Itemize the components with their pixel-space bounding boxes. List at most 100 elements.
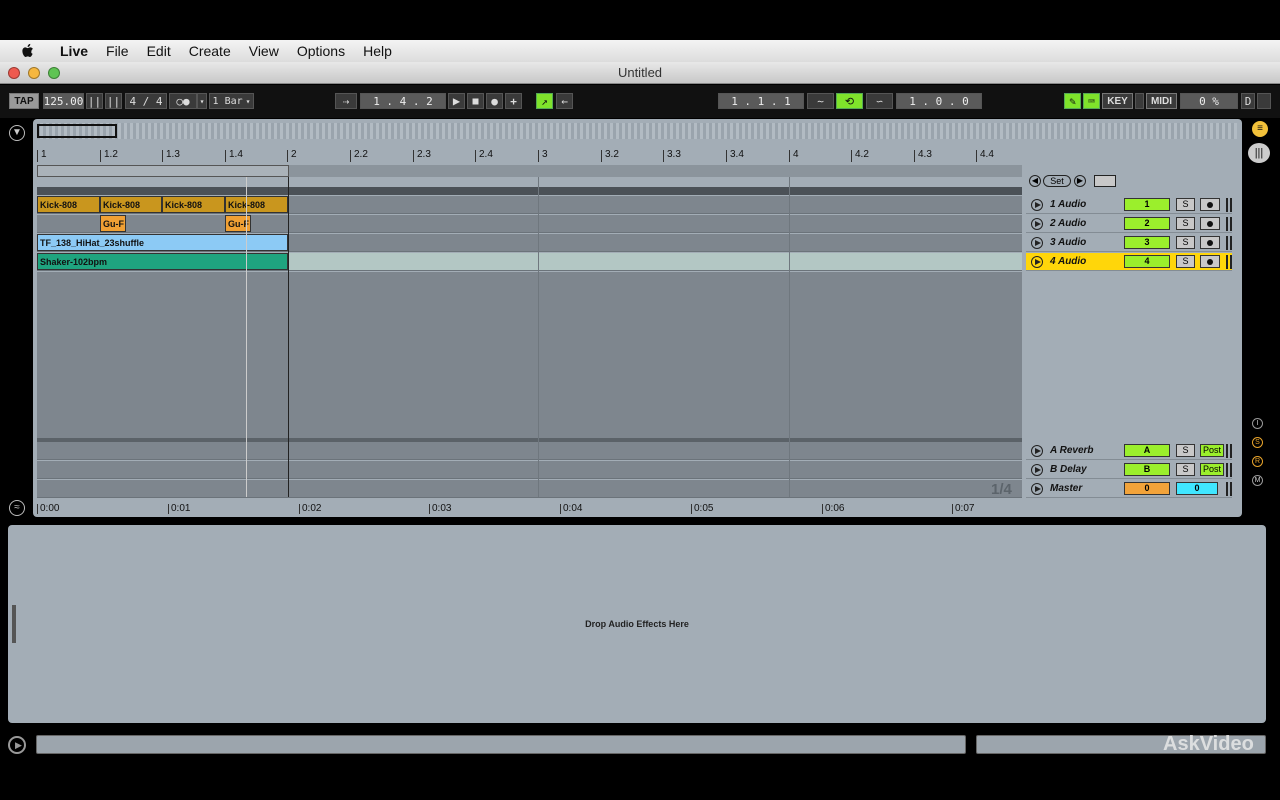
play-icon[interactable] [1031, 444, 1043, 457]
loop-switch-button[interactable]: ⟲ [836, 93, 863, 109]
track-activator[interactable]: 2 [1124, 217, 1170, 230]
track-activator[interactable]: 4 [1124, 255, 1170, 268]
detail-toggle-button[interactable]: ▶ [8, 736, 26, 754]
solo-button[interactable]: S [1176, 236, 1195, 249]
play-icon[interactable] [1031, 255, 1043, 268]
menu-create[interactable]: Create [180, 43, 240, 59]
session-view-icon[interactable]: ≡ [1252, 121, 1268, 137]
automation-arm-button[interactable]: ↗ [536, 93, 553, 109]
track-activator[interactable]: 3 [1124, 236, 1170, 249]
prev-locator-icon[interactable]: ◀ [1029, 175, 1041, 187]
detail-view[interactable]: Drop Audio Effects Here [8, 525, 1266, 723]
nudge-down-button[interactable]: || [86, 93, 103, 109]
sends-toggle-icon[interactable]: S [1252, 437, 1263, 448]
mixer-toggle-icon[interactable]: M [1252, 475, 1263, 486]
solo-button[interactable]: S [1176, 217, 1195, 230]
loop-start-field[interactable]: 1 . 1 . 1 [718, 93, 804, 109]
loop-brace[interactable] [37, 165, 289, 177]
draw-mode-button[interactable]: ✎ [1064, 93, 1081, 109]
solo-button[interactable]: S [1176, 463, 1195, 476]
post-button[interactable]: Post [1200, 463, 1224, 476]
audio-clip[interactable]: Kick-808 [225, 196, 288, 213]
audio-clip[interactable]: Kick-808 [37, 196, 100, 213]
scrub-area[interactable] [37, 187, 1022, 195]
audio-clip[interactable]: Kick-808 [100, 196, 162, 213]
grip-icon[interactable] [1226, 443, 1232, 458]
io-toggle-icon[interactable]: I [1252, 418, 1263, 429]
arrangement-position-field[interactable]: 1 . 4 . 2 [360, 93, 446, 109]
arrangement-overview[interactable] [37, 123, 1237, 139]
key-map-button[interactable]: KEY [1102, 93, 1133, 109]
next-locator-icon[interactable]: ▶ [1074, 175, 1086, 187]
grip-icon[interactable] [1226, 235, 1232, 250]
play-icon[interactable] [1031, 217, 1043, 230]
audio-clip[interactable]: Shaker-102bpm [37, 253, 288, 270]
quantize-dropdown[interactable]: 1 Bar ▾ [209, 93, 254, 109]
menu-file[interactable]: File [97, 43, 138, 59]
overview-toggle-icon[interactable]: ≈ [9, 500, 25, 516]
grip-icon[interactable] [1226, 254, 1232, 269]
stop-button[interactable]: ■ [467, 93, 484, 109]
return-lane-b[interactable] [37, 461, 1022, 479]
punch-in-button[interactable]: ∼ [807, 93, 834, 109]
menu-view[interactable]: View [240, 43, 288, 59]
browser-toggle-icon[interactable]: ▼ [9, 125, 25, 141]
master-volume[interactable]: 0 [1124, 482, 1170, 495]
back-to-arrangement-button[interactable]: ← [556, 93, 573, 109]
master-header[interactable]: Master 0 0 [1026, 480, 1232, 498]
set-locator-button[interactable]: Set [1043, 175, 1071, 187]
track-header-2[interactable]: 2 Audio 2 S [1026, 215, 1232, 233]
track-lane-1[interactable]: Kick-808 Kick-808 Kick-808 Kick-808 [37, 196, 1022, 214]
metronome-menu-button[interactable]: ▾ [197, 93, 207, 109]
audio-clip[interactable]: Gu-F [100, 215, 126, 232]
tempo-field[interactable]: 125.00 [43, 93, 84, 109]
empty-track-area[interactable] [37, 272, 1022, 438]
record-button[interactable]: ● [486, 93, 503, 109]
audio-clip[interactable]: TF_138_HiHat_23shuffle [37, 234, 288, 251]
arm-button[interactable] [1200, 255, 1220, 268]
audio-clip[interactable]: Kick-808 [162, 196, 225, 213]
apple-icon[interactable] [19, 42, 37, 60]
arrangement-view-icon[interactable]: ||| [1248, 143, 1270, 163]
track-lane-2[interactable]: Gu-F Gu-F [37, 215, 1022, 233]
overview-viewport-box[interactable] [37, 124, 117, 138]
play-icon[interactable] [1031, 482, 1043, 495]
loop-length-field[interactable]: 1 . 0 . 0 [896, 93, 982, 109]
audio-clip[interactable]: Gu-F [225, 215, 251, 232]
time-signature-field[interactable]: 4 / 4 [125, 93, 167, 109]
grip-icon[interactable] [1226, 197, 1232, 212]
menu-help[interactable]: Help [354, 43, 401, 59]
returns-toggle-icon[interactable]: R [1252, 456, 1263, 467]
return-header-a[interactable]: A Reverb A S Post [1026, 442, 1232, 460]
track-header-1[interactable]: 1 Audio 1 S [1026, 196, 1232, 214]
track-lane-4[interactable]: Shaker-102bpm [37, 253, 1022, 271]
play-icon[interactable] [1031, 463, 1043, 476]
post-button[interactable]: Post [1200, 444, 1224, 457]
computer-keyboard-button[interactable]: ⌨ [1083, 93, 1100, 109]
grip-icon[interactable] [1226, 216, 1232, 231]
time-ruler[interactable]: 0:00 0:01 0:02 0:03 0:04 0:05 0:06 0:07 [37, 504, 1022, 516]
return-activator[interactable]: B [1124, 463, 1170, 476]
metronome-button[interactable]: ○● [169, 93, 197, 109]
play-button[interactable]: ▶ [448, 93, 465, 109]
grip-icon[interactable] [1226, 462, 1232, 477]
play-icon[interactable] [1031, 198, 1043, 211]
solo-button[interactable]: S [1176, 198, 1195, 211]
menu-edit[interactable]: Edit [138, 43, 180, 59]
arm-button[interactable] [1200, 236, 1220, 249]
midi-map-button[interactable]: MIDI [1146, 93, 1177, 109]
track-activator[interactable]: 1 [1124, 198, 1170, 211]
return-header-b[interactable]: B Delay B S Post [1026, 461, 1232, 479]
arm-button[interactable] [1200, 198, 1220, 211]
track-header-3[interactable]: 3 Audio 3 S [1026, 234, 1232, 252]
track-lane-3[interactable]: TF_138_HiHat_23shuffle [37, 234, 1022, 252]
device-resize-handle[interactable] [12, 605, 16, 643]
return-lane-a[interactable] [37, 442, 1022, 460]
punch-out-button[interactable]: ∽ [866, 93, 893, 109]
solo-button[interactable]: S [1176, 444, 1195, 457]
follow-button[interactable]: ⇢ [335, 93, 357, 109]
overdub-button[interactable]: + [505, 93, 522, 109]
lock-icon[interactable] [1094, 175, 1116, 187]
master-lane[interactable] [37, 480, 1022, 498]
solo-button[interactable]: S [1176, 255, 1195, 268]
